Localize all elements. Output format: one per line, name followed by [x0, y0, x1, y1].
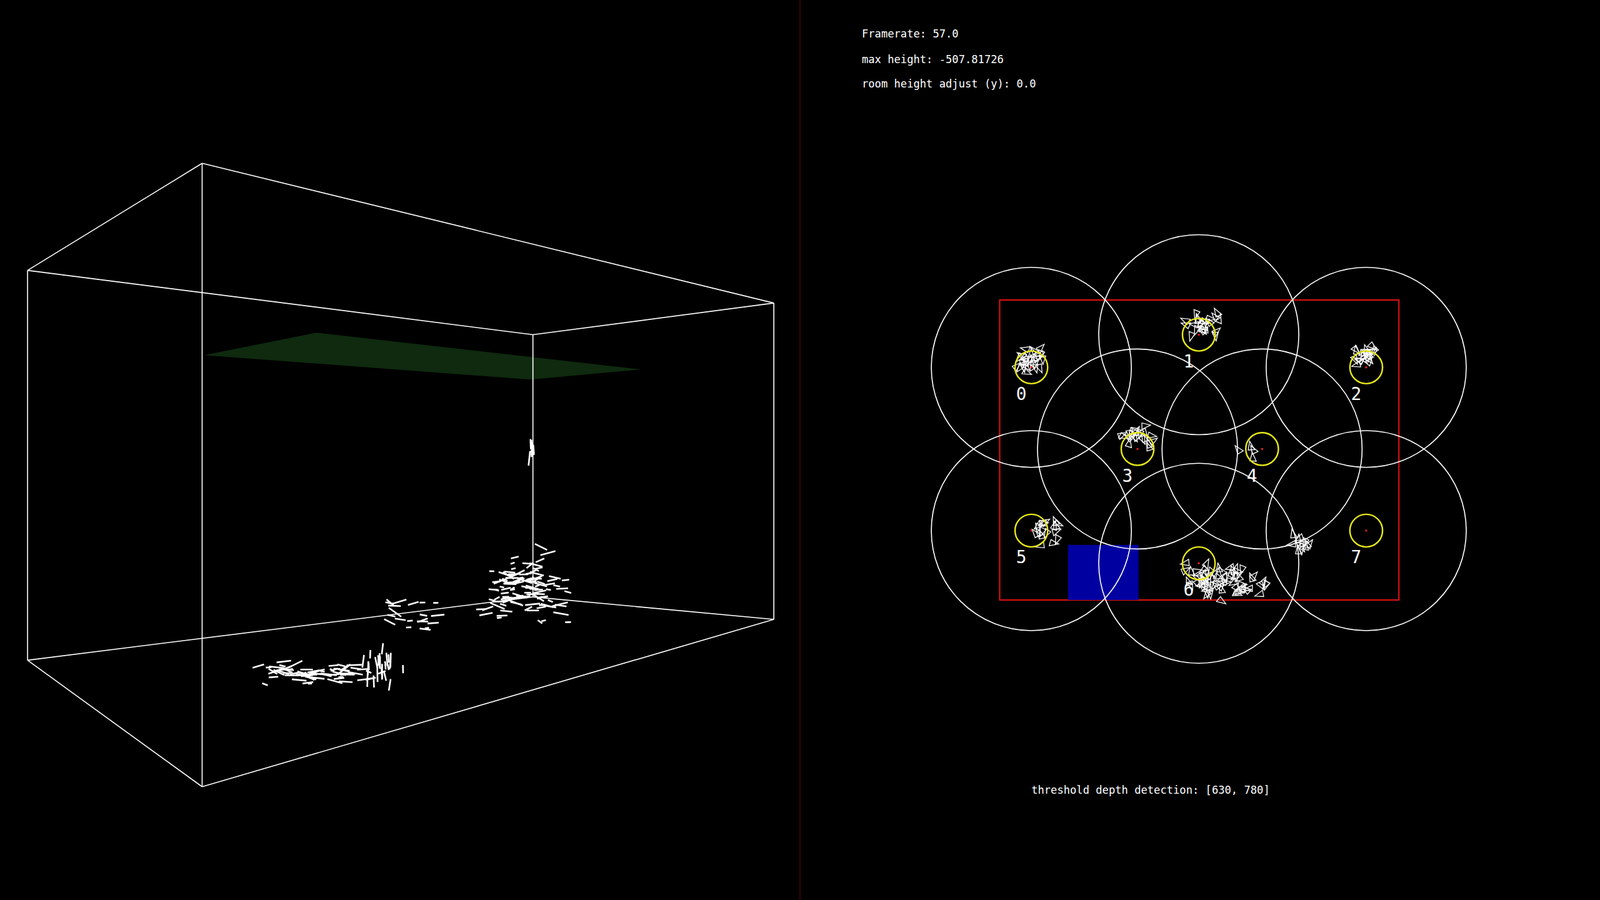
zone[interactable]: 2 — [1266, 267, 1467, 468]
zone-label: 4 — [1246, 465, 1258, 487]
zone[interactable]: 7 — [1266, 430, 1467, 631]
zone[interactable]: 6 — [1098, 463, 1299, 664]
zone-target — [1350, 514, 1383, 547]
zone-label: 2 — [1350, 383, 1362, 405]
zone-center — [1030, 529, 1033, 532]
height-plane — [204, 332, 642, 380]
zone-map-canvas[interactable]: Framerate: 57.0 max height: -507.81726 roo… — [800, 0, 1600, 900]
zone-center — [1136, 448, 1139, 450]
zone-center — [1197, 333, 1200, 336]
zone-label: 5 — [1016, 546, 1027, 568]
zone-center — [1365, 366, 1367, 369]
zone[interactable]: 1 — [1098, 235, 1299, 435]
point-cloud-view — [0, 0, 800, 900]
zone-label: 0 — [1016, 383, 1027, 405]
zone-map-view: Framerate: 57.0 max height: -507.81726 roo… — [800, 0, 1600, 900]
zone[interactable]: 0 — [931, 267, 1132, 468]
zone-range — [931, 267, 1132, 468]
zone-center — [1197, 562, 1200, 565]
zone-range — [1098, 235, 1299, 435]
zone-target — [1245, 432, 1279, 465]
zone-range — [931, 430, 1132, 631]
zone-range — [1161, 348, 1362, 549]
framerate-label: Framerate: 57.0 — [861, 27, 959, 40]
zone-target — [1350, 351, 1383, 384]
detections — [1012, 308, 1379, 604]
zone-center — [1261, 448, 1264, 450]
zone-center — [1365, 529, 1367, 532]
zone-target — [1182, 546, 1215, 580]
app: Framerate: 57.0 max height: -507.81726 roo… — [0, 0, 1600, 900]
zone-range — [1098, 463, 1299, 664]
zone-target — [1015, 351, 1048, 384]
zone-label: 6 — [1183, 579, 1195, 600]
threshold-label: threshold depth detection: [630, 780] — [1031, 783, 1270, 797]
zones: 0 1 2 3 4 5 6 7 — [931, 235, 1467, 664]
zone-range — [1266, 267, 1467, 468]
room-height-label: room height adjust (y): 0.0 — [861, 77, 1036, 90]
zone-range — [1266, 430, 1467, 631]
point-cloud-canvas[interactable] — [0, 0, 800, 900]
point-cloud — [252, 438, 572, 690]
zone-range — [1037, 348, 1238, 549]
divider — [799, 0, 801, 900]
zone[interactable]: 4 — [1161, 348, 1362, 549]
zone-label: 7 — [1350, 546, 1362, 568]
room-boundary — [1000, 300, 1400, 600]
zone[interactable]: 3 — [1037, 348, 1238, 549]
zone-target — [1182, 318, 1215, 351]
zone-target — [1121, 432, 1154, 465]
room-box — [27, 163, 774, 787]
zone-center — [1030, 366, 1033, 369]
zone[interactable]: 5 — [931, 430, 1132, 631]
zone-target — [1015, 514, 1048, 547]
zone-label: 3 — [1122, 465, 1134, 487]
max-height-label: max height: -507.81726 — [861, 53, 1004, 66]
